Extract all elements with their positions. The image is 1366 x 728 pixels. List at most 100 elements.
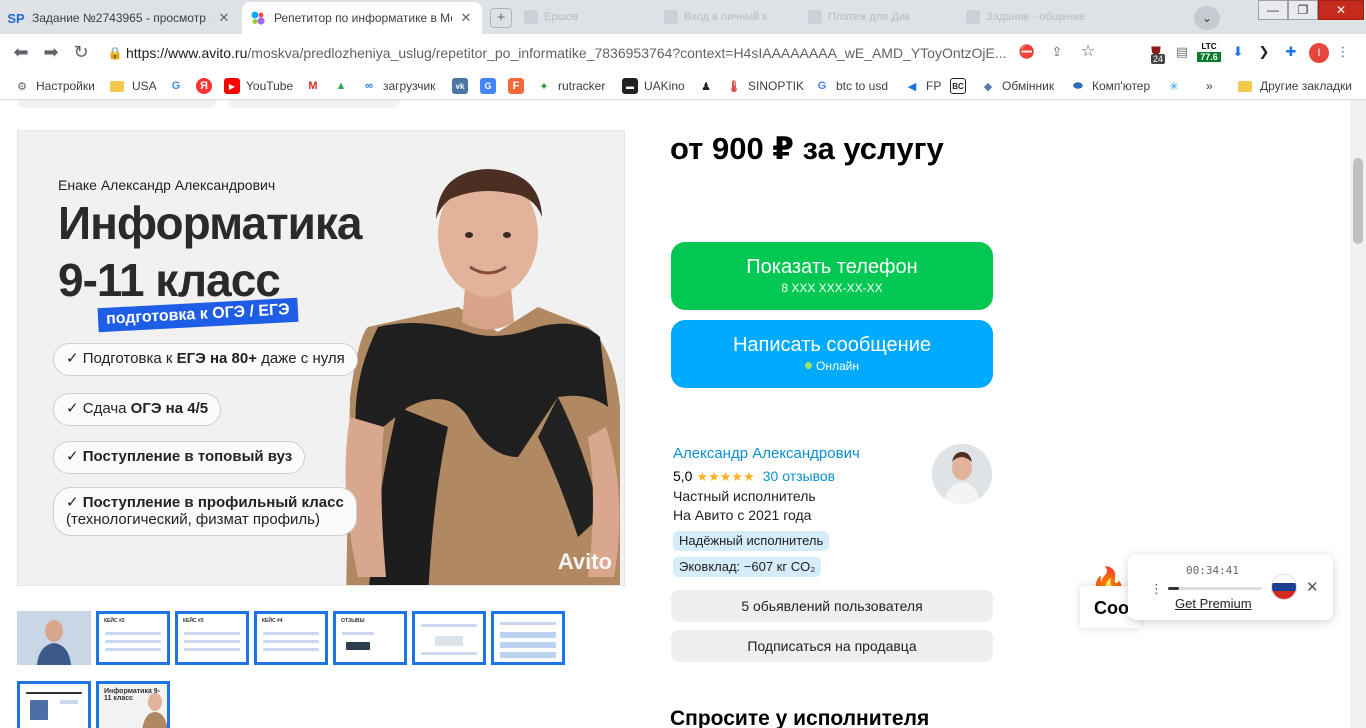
- thumbnail-photo: [17, 611, 91, 665]
- star-icon: ✳: [1169, 80, 1179, 93]
- page-scrollbar[interactable]: [1350, 100, 1366, 728]
- menu-icon[interactable]: ⋮: [1333, 42, 1353, 62]
- ltc-value: 77.6: [1197, 52, 1221, 62]
- get-premium-link[interactable]: Get Premium: [1175, 596, 1252, 611]
- address-bar[interactable]: 🔒 https://www.avito.ru/moskva/predlozhen…: [104, 38, 1008, 68]
- eco-contribution-badge[interactable]: Эковклад: −607 кг CO₂: [673, 557, 822, 577]
- gallery-thumbnail[interactable]: КЕЙС #4: [254, 611, 328, 665]
- write-message-button[interactable]: Написать сообщение Онлайн: [671, 320, 993, 388]
- gallery-thumbnail[interactable]: КЕЙС #2: [96, 611, 170, 665]
- online-status-icon: [805, 362, 813, 369]
- other-bookmarks[interactable]: Другие закладки: [1238, 77, 1352, 95]
- breadcrumb-chip[interactable]: [228, 100, 400, 108]
- seller-avatar[interactable]: [932, 444, 992, 504]
- bookmark-f[interactable]: F: [508, 77, 530, 95]
- tab-sdamgia[interactable]: SP Задание №2743965 - просмотр за ✕: [0, 2, 240, 34]
- background-tab[interactable]: Вход в личный к: [664, 8, 767, 26]
- back-icon[interactable]: ⬅: [10, 42, 32, 63]
- bookmarks-bar: ⚙ Настройки USA G Я ▶ YouTube M ▲ ∞ загрузч…: [0, 72, 1366, 100]
- seller-since: На Авито с 2021 года: [673, 507, 812, 523]
- bookmark-usa[interactable]: USA: [110, 77, 157, 95]
- bookmark-downloader[interactable]: ∞ загрузчик: [361, 77, 435, 95]
- extension-printer-icon[interactable]: ▤: [1172, 42, 1192, 62]
- reload-icon[interactable]: ↻: [70, 42, 92, 63]
- bookmark-yandex[interactable]: Я: [196, 77, 218, 95]
- cookie-blocked-icon[interactable]: ⛔: [1017, 42, 1037, 62]
- russian-flag-icon[interactable]: [1271, 574, 1297, 600]
- bookmark-vk[interactable]: vk: [452, 77, 474, 95]
- feature-pill: ✓ Поступление в топовый вуз: [53, 441, 306, 474]
- fp-icon: ◀: [907, 80, 917, 93]
- gallery-thumbnail[interactable]: [491, 611, 565, 665]
- reliable-badge[interactable]: Надёжный исполнитель: [673, 531, 830, 551]
- bookmark-bc[interactable]: BC: [950, 77, 972, 95]
- bookmark-google[interactable]: G: [168, 77, 190, 95]
- breadcrumb-chip[interactable]: [17, 100, 217, 108]
- bookmark-chess[interactable]: ♟: [698, 77, 720, 95]
- background-tab[interactable]: Платеж для Дик: [808, 8, 910, 26]
- chess-icon: ♟: [701, 80, 711, 93]
- seller-name-link[interactable]: Александр Александрович: [673, 445, 860, 462]
- sdamgia-favicon-icon: SP: [7, 10, 25, 26]
- gallery-thumbnail[interactable]: Информатика 9-11 класс: [96, 681, 170, 728]
- folder-icon: [110, 80, 124, 92]
- close-tab-icon[interactable]: ✕: [458, 10, 474, 26]
- forward-icon[interactable]: ➡: [40, 42, 62, 63]
- new-tab-button[interactable]: +: [490, 8, 512, 28]
- close-icon[interactable]: ✕: [1306, 578, 1319, 596]
- bookmark-star-icon[interactable]: ☆: [1078, 42, 1098, 62]
- rating-stars-icon: ★★★★★: [696, 469, 755, 484]
- close-window-button[interactable]: ✕: [1318, 0, 1364, 20]
- bookmark-sinoptik[interactable]: 🌡 SINOPTIK: [726, 77, 804, 95]
- extension-arrow-icon[interactable]: ❯: [1254, 42, 1274, 62]
- show-phone-button[interactable]: Показать телефон 8 XXX XXX-XX-XX: [671, 242, 993, 310]
- bookmark-translate[interactable]: G: [480, 77, 502, 95]
- gallery-thumbnail[interactable]: ОТЗЫВЫ: [333, 611, 407, 665]
- tab-search-button[interactable]: ⌄: [1194, 6, 1220, 30]
- more-options-icon[interactable]: ⋮: [1150, 581, 1163, 597]
- infinity-icon: ∞: [365, 80, 373, 92]
- bookmark-rutracker[interactable]: ✦ rutracker: [536, 77, 605, 95]
- download-icon[interactable]: ⬇: [1228, 42, 1248, 62]
- background-tab[interactable]: Задание - общение: [966, 8, 1085, 26]
- user-listings-button[interactable]: 5 обьявлений пользователя: [671, 590, 993, 622]
- gallery-thumbnail[interactable]: КЕЙС #3: [175, 611, 249, 665]
- bookmark-uakino[interactable]: ▬ UAKino: [622, 77, 685, 95]
- subscribe-seller-button[interactable]: Подписаться на продавца: [671, 630, 993, 662]
- bookmark-star[interactable]: ✳: [1166, 77, 1188, 95]
- bookmarks-overflow-button[interactable]: »: [1206, 77, 1213, 95]
- share-icon[interactable]: ⇪: [1047, 42, 1067, 62]
- progress-track[interactable]: [1168, 587, 1262, 590]
- folder-icon: [1238, 80, 1252, 92]
- rating-value: 5,0: [673, 468, 693, 484]
- reviews-link[interactable]: 30 отзывов: [763, 468, 835, 484]
- listing-main-image[interactable]: Енаке Александр Александрович Информатик…: [17, 130, 625, 586]
- close-tab-icon[interactable]: ✕: [216, 10, 232, 26]
- extensions-puzzle-icon[interactable]: ✚: [1281, 42, 1301, 62]
- tab-avito[interactable]: Репетитор по информатике в Мо ✕: [242, 2, 482, 34]
- ltc-price-widget[interactable]: LTC 77.6: [1197, 42, 1221, 62]
- recording-time: 00:34:41: [1186, 564, 1239, 577]
- bookmark-settings[interactable]: ⚙ Настройки: [14, 77, 95, 95]
- feature-pill: ✓ Поступление в профильный класс (техноло…: [53, 487, 357, 536]
- background-tab[interactable]: Ершов: [524, 8, 578, 26]
- bookmark-youtube[interactable]: ▶ YouTube: [224, 77, 293, 95]
- feature-pill: ✓ Подготовка к ЕГЭ на 80+ даже с нуля: [53, 343, 358, 376]
- bookmark-drive[interactable]: ▲: [333, 77, 355, 95]
- avito-watermark: Avito: [557, 549, 612, 574]
- gallery-thumbnail[interactable]: [17, 611, 91, 665]
- image-subject-title: Информатика: [58, 197, 362, 249]
- bookmark-computer[interactable]: ⬬ Комп'ютер: [1070, 77, 1150, 95]
- feature-pill: ✓ Сдача ОГЭ на 4/5: [53, 393, 222, 426]
- bookmark-gmail[interactable]: M: [305, 77, 327, 95]
- favicon-icon: [664, 10, 678, 24]
- bookmark-fp[interactable]: ◀ FP: [904, 77, 942, 95]
- bookmark-exchanger[interactable]: ◆ Обмінник: [980, 77, 1054, 95]
- maximize-button[interactable]: ❐: [1288, 0, 1318, 20]
- scrollbar-thumb[interactable]: [1353, 158, 1363, 244]
- gallery-thumbnail[interactable]: [412, 611, 486, 665]
- gallery-thumbnail[interactable]: [17, 681, 91, 728]
- bookmark-btc-to-usd[interactable]: Gbtc to usd: [814, 77, 888, 95]
- minimize-button[interactable]: —: [1258, 0, 1288, 20]
- profile-avatar[interactable]: I: [1309, 43, 1329, 63]
